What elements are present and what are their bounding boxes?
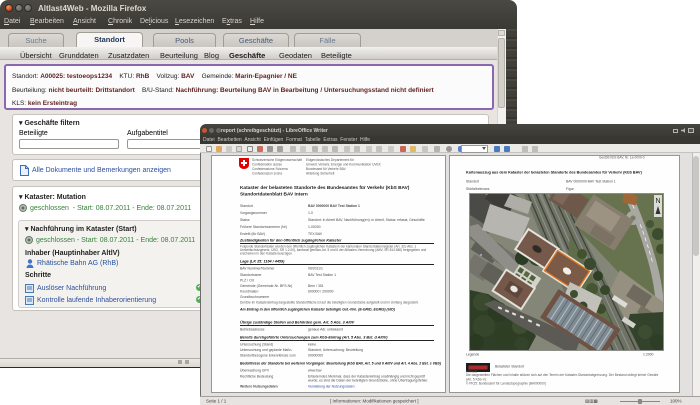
svg-text:N: N: [655, 198, 660, 205]
